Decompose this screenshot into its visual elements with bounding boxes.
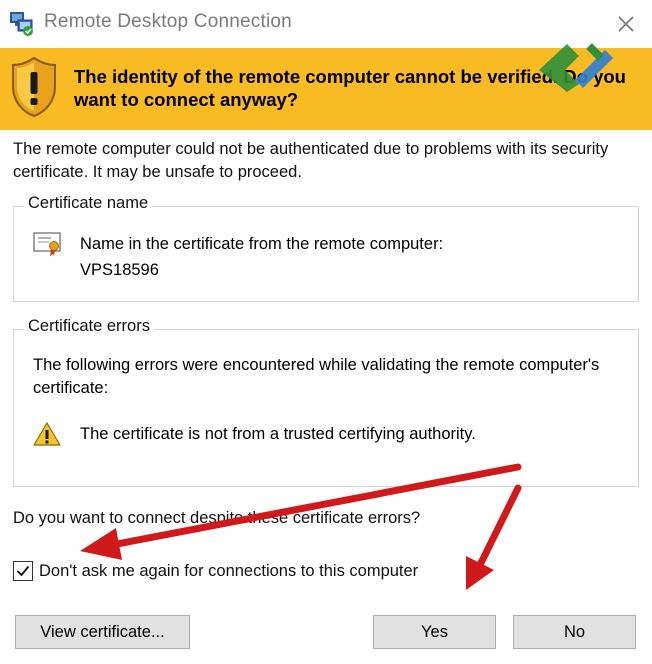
close-icon [618,16,634,32]
certificate-name-value: VPS18596 [80,261,159,279]
intro-text: The remote computer could not be authent… [13,140,609,181]
view-certificate-button[interactable]: View certificate... [15,615,190,649]
connect-question: Do you want to connect despite these cer… [13,509,421,527]
certificate-errors-title: Certificate errors [24,317,154,336]
dont-ask-checkbox[interactable] [13,561,33,581]
certificate-name-label: Name in the certificate from the remote … [80,235,444,253]
shield-warning-icon [12,56,56,118]
certificate-error-text: The certificate is not from a trusted ce… [80,425,476,443]
watermark-logo [539,43,613,92]
close-button[interactable] [610,8,642,40]
no-button[interactable]: No [513,615,636,649]
dont-ask-row[interactable]: Don't ask me again for connections to th… [13,559,418,583]
checkmark-icon [16,565,30,577]
yes-button[interactable]: Yes [373,615,496,649]
certificate-errors-group: Certificate errors The following errors … [13,317,639,487]
errors-description: The following errors were encountered wh… [33,356,600,397]
warning-icon [33,422,61,446]
certificate-name-title: Certificate name [24,194,153,213]
arrow-to-yes [466,484,522,590]
remote-desktop-icon [10,12,33,36]
certificate-icon [33,232,61,256]
certificate-name-group: Certificate name Name in the certificate… [13,194,639,302]
dont-ask-label[interactable]: Don't ask me again for connections to th… [39,562,418,581]
window-title: Remote Desktop Connection [44,11,292,32]
